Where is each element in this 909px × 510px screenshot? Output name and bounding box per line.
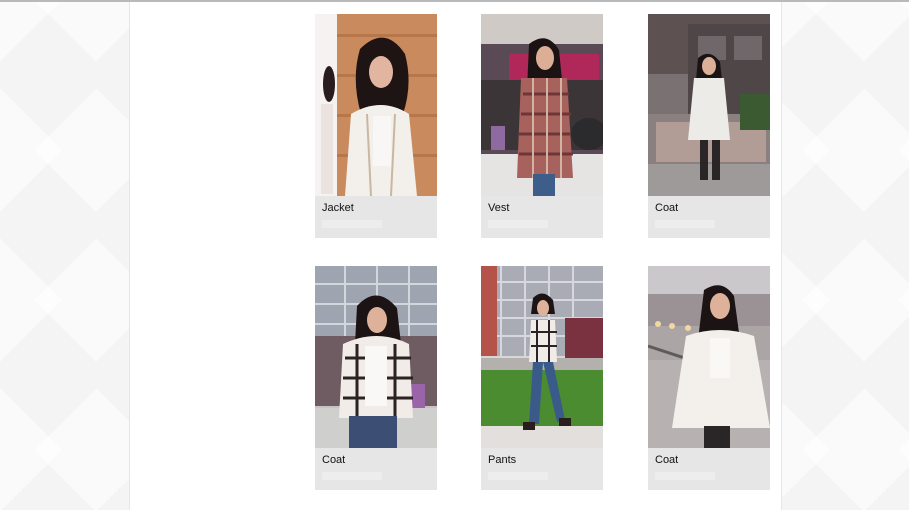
product-card[interactable]: Coat xyxy=(315,266,437,490)
product-card[interactable]: Vest xyxy=(481,14,603,238)
product-photo[interactable] xyxy=(481,266,603,448)
product-card[interactable]: Jacket xyxy=(315,14,437,238)
product-subtext-placeholder xyxy=(488,220,548,228)
product-photo[interactable] xyxy=(315,266,437,448)
product-label[interactable]: Vest xyxy=(488,202,509,214)
product-label[interactable]: Coat xyxy=(655,454,678,466)
product-subtext-placeholder xyxy=(655,220,715,228)
product-photo[interactable] xyxy=(648,14,770,196)
product-photo[interactable] xyxy=(315,14,437,196)
product-subtext-placeholder xyxy=(322,220,382,228)
product-subtext-placeholder xyxy=(488,472,548,480)
product-card[interactable]: Pants xyxy=(481,266,603,490)
product-label[interactable]: Pants xyxy=(488,454,516,466)
product-photo[interactable] xyxy=(481,14,603,196)
product-grid-area: Jacket Vest Coat Coat Pants Coat xyxy=(129,2,782,510)
product-label[interactable]: Coat xyxy=(322,454,345,466)
product-card[interactable]: Coat xyxy=(648,266,770,490)
product-photo[interactable] xyxy=(648,266,770,448)
product-label[interactable]: Jacket xyxy=(322,202,354,214)
product-subtext-placeholder xyxy=(655,472,715,480)
product-label[interactable]: Coat xyxy=(655,202,678,214)
product-subtext-placeholder xyxy=(322,472,382,480)
product-card[interactable]: Coat xyxy=(648,14,770,238)
